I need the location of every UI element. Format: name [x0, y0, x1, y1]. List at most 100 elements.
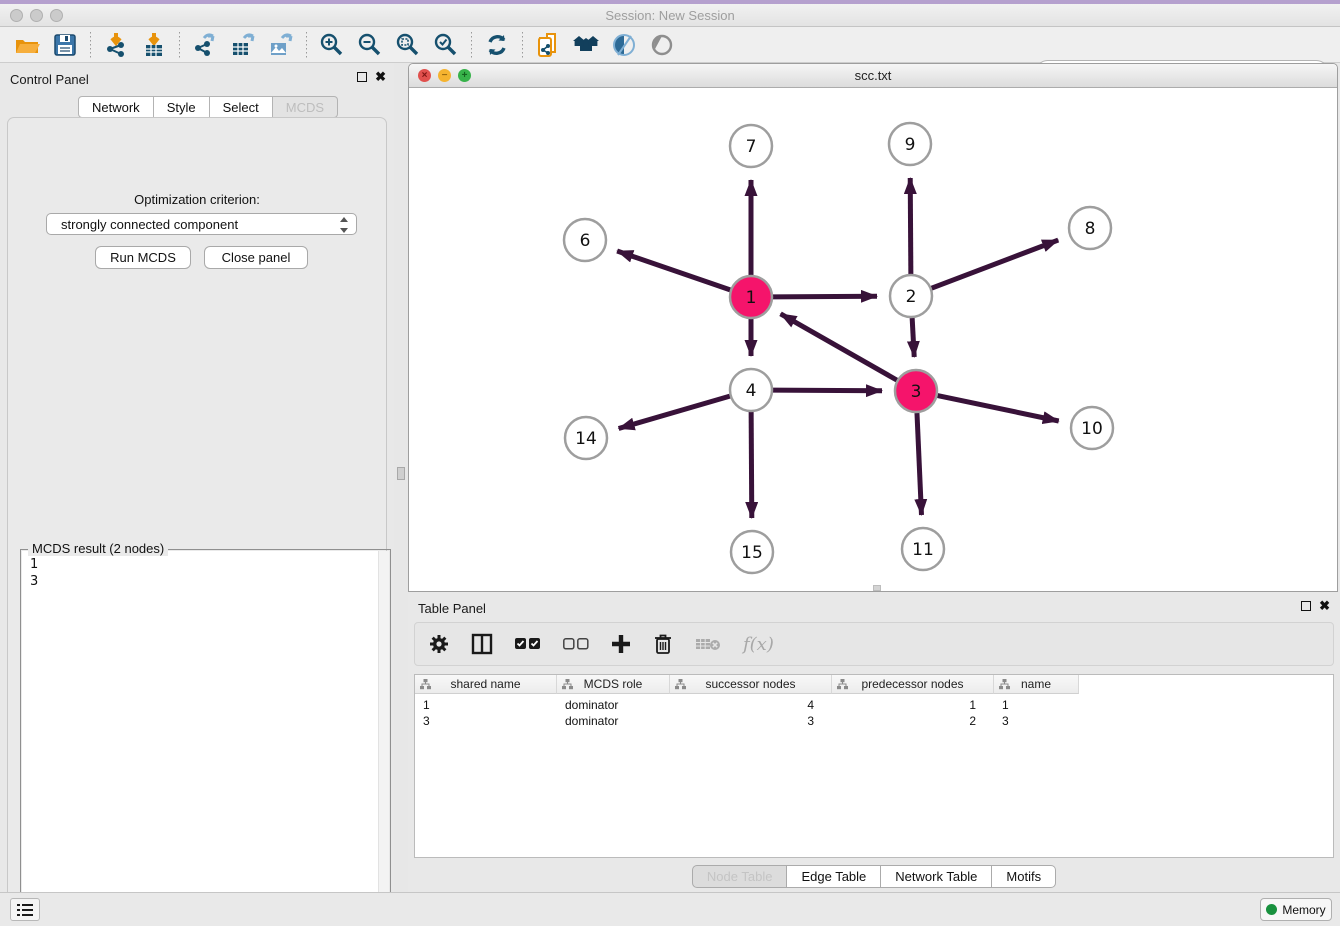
- node-label-11: 11: [912, 540, 934, 560]
- table-row[interactable]: 1dominator411: [415, 697, 1079, 713]
- tab-mcds[interactable]: MCDS: [273, 96, 338, 118]
- import-network-button[interactable]: [97, 30, 135, 60]
- node-label-6: 6: [580, 231, 591, 251]
- zoom-selected-button[interactable]: [427, 30, 465, 60]
- edge-2-8[interactable]: [932, 240, 1059, 288]
- splitter-handle[interactable]: [397, 467, 405, 480]
- close-panel-button[interactable]: Close panel: [204, 246, 308, 269]
- refresh-layout-icon: [484, 32, 510, 58]
- import-table-button[interactable]: [135, 30, 173, 60]
- cell-successor-nodes[interactable]: 4: [670, 697, 832, 713]
- vertical-splitter[interactable]: [394, 63, 408, 892]
- table-row[interactable]: 3dominator323: [415, 713, 1079, 729]
- criterion-dropdown[interactable]: strongly connected component: [46, 213, 357, 235]
- table-header-row: shared name MCDS role successor nodes pr…: [415, 675, 1079, 694]
- node-label-1: 1: [746, 288, 757, 308]
- dropdown-stepper-icon: [339, 217, 349, 233]
- mcds-result-list[interactable]: 13: [22, 551, 389, 924]
- cell-mcds-role[interactable]: dominator: [557, 697, 670, 713]
- zoom-out-button[interactable]: [351, 30, 389, 60]
- delete-table-button[interactable]: [695, 636, 721, 652]
- edge-2-3[interactable]: [912, 318, 914, 357]
- delete-column-button[interactable]: [653, 633, 673, 655]
- column-header-successor-nodes[interactable]: successor nodes: [670, 675, 832, 694]
- cell-mcds-role[interactable]: dominator: [557, 713, 670, 729]
- canvas-resize-handle[interactable]: [873, 585, 881, 591]
- edge-3-1[interactable]: [781, 314, 897, 380]
- node-label-7: 7: [746, 137, 757, 157]
- refresh-layout-button[interactable]: [478, 30, 516, 60]
- deselect-all-button[interactable]: [563, 638, 589, 651]
- cell-shared-name[interactable]: 3: [415, 713, 557, 729]
- close-table-panel-icon[interactable]: ✖: [1319, 601, 1330, 611]
- float-table-panel-icon[interactable]: [1301, 601, 1311, 611]
- tab-node-table[interactable]: Node Table: [692, 865, 788, 888]
- export-image-button[interactable]: [262, 30, 300, 60]
- export-network-button[interactable]: [186, 30, 224, 60]
- memory-button[interactable]: Memory: [1260, 898, 1332, 921]
- hide-details-button[interactable]: [605, 30, 643, 60]
- cell-name[interactable]: 3: [994, 713, 1079, 729]
- eye-icon: [649, 32, 675, 58]
- edge-4-15[interactable]: [751, 412, 752, 518]
- cell-name[interactable]: 1: [994, 697, 1079, 713]
- edge-3-10[interactable]: [938, 396, 1059, 421]
- edge-2-9[interactable]: [910, 178, 911, 274]
- import-network-icon: [103, 32, 129, 58]
- network-window-titlebar[interactable]: × − + scc.txt: [409, 64, 1337, 88]
- tab-network-table[interactable]: Network Table: [881, 865, 992, 888]
- zoom-out-icon: [357, 32, 383, 58]
- export-image-icon: [268, 32, 294, 58]
- cell-predecessor-nodes[interactable]: 1: [832, 697, 994, 713]
- cell-successor-nodes[interactable]: 3: [670, 713, 832, 729]
- deselect-all-icon: [563, 638, 589, 651]
- save-session-icon: [52, 32, 78, 58]
- tab-style[interactable]: Style: [154, 96, 210, 118]
- zoom-in-button[interactable]: [313, 30, 351, 60]
- node-label-15: 15: [741, 543, 763, 563]
- edge-4-14[interactable]: [619, 396, 730, 428]
- toolbar-separator: [471, 32, 472, 58]
- zoom-fit-button[interactable]: [389, 30, 427, 60]
- run-mcds-button[interactable]: Run MCDS: [95, 246, 191, 269]
- eye-button[interactable]: [643, 30, 681, 60]
- open-session-button[interactable]: [8, 30, 46, 60]
- gear-icon: [429, 634, 449, 654]
- export-table-button[interactable]: [224, 30, 262, 60]
- zoom-in-icon: [319, 32, 345, 58]
- hierarchy-icon: [420, 679, 431, 690]
- result-scrollbar[interactable]: [378, 551, 389, 924]
- save-session-button[interactable]: [46, 30, 84, 60]
- column-header-predecessor-nodes[interactable]: predecessor nodes: [832, 675, 994, 694]
- column-header-name[interactable]: name: [994, 675, 1079, 694]
- column-header-mcds-role[interactable]: MCDS role: [557, 675, 670, 694]
- column-header-shared-name[interactable]: shared name: [415, 675, 557, 694]
- edge-1-6[interactable]: [617, 251, 730, 290]
- table-toolbar: f(x): [414, 622, 1334, 666]
- node-table[interactable]: shared name MCDS role successor nodes pr…: [414, 674, 1334, 858]
- edge-4-3[interactable]: [773, 390, 882, 391]
- tab-motifs[interactable]: Motifs: [992, 865, 1056, 888]
- cell-predecessor-nodes[interactable]: 2: [832, 713, 994, 729]
- home-button[interactable]: [567, 30, 605, 60]
- tab-select[interactable]: Select: [210, 96, 273, 118]
- close-panel-icon[interactable]: ✖: [375, 72, 386, 82]
- edge-3-11[interactable]: [917, 413, 922, 515]
- new-network-button[interactable]: [529, 30, 567, 60]
- export-table-icon: [230, 32, 256, 58]
- cell-shared-name[interactable]: 1: [415, 697, 557, 713]
- tab-network[interactable]: Network: [78, 96, 154, 118]
- float-panel-icon[interactable]: [357, 72, 367, 82]
- add-column-button[interactable]: [611, 634, 631, 654]
- gear-button[interactable]: [429, 634, 449, 654]
- network-canvas[interactable]: 1234678910111415: [409, 88, 1337, 591]
- split-column-button[interactable]: [471, 633, 493, 655]
- hierarchy-icon: [675, 679, 686, 690]
- table-tabs: Node TableEdge TableNetwork TableMotifs: [408, 865, 1340, 888]
- select-all-button[interactable]: [515, 638, 541, 651]
- function-button[interactable]: f(x): [743, 634, 774, 655]
- task-history-button[interactable]: [10, 898, 40, 921]
- new-network-icon: [535, 32, 561, 58]
- edge-1-2[interactable]: [773, 296, 877, 297]
- tab-edge-table[interactable]: Edge Table: [787, 865, 881, 888]
